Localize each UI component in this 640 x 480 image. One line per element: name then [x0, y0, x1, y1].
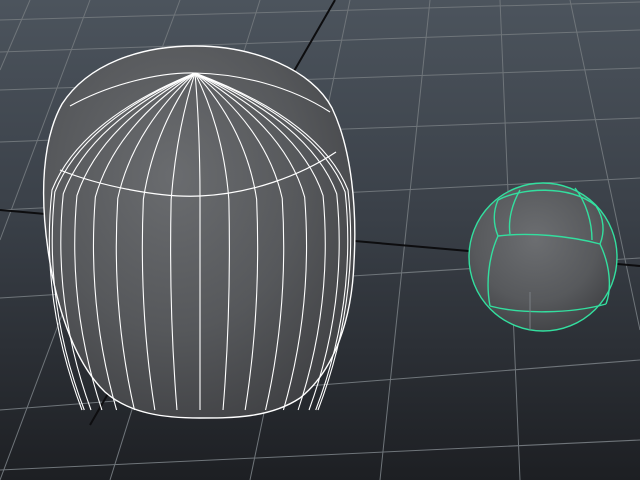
- viewport-canvas[interactable]: [0, 0, 640, 480]
- barrel-mesh[interactable]: [42, 45, 356, 419]
- sphere-mesh[interactable]: [468, 182, 618, 332]
- 3d-viewport[interactable]: [0, 0, 640, 480]
- barrel-surface: [42, 45, 356, 419]
